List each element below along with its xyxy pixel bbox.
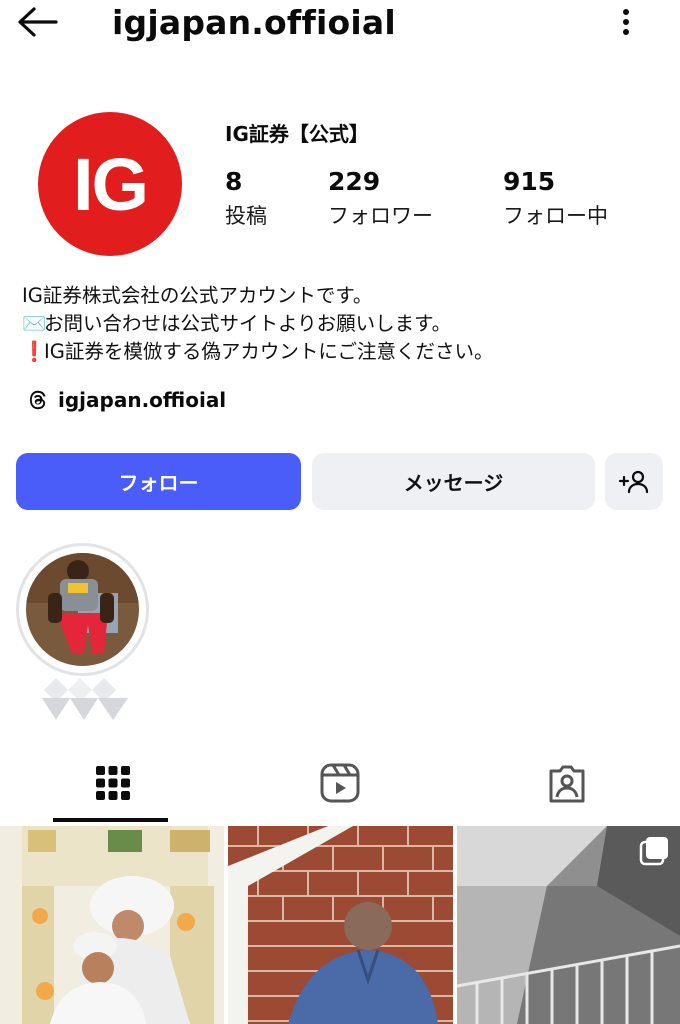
reels-icon: [320, 763, 360, 803]
grid-post[interactable]: [457, 826, 680, 1024]
profile-username: igjapan.offioial: [112, 3, 396, 42]
back-button[interactable]: [16, 2, 64, 42]
stat-posts-label: 投稿: [225, 204, 267, 228]
tab-tagged[interactable]: [454, 745, 680, 821]
stat-following-value: 915: [503, 167, 556, 196]
tab-posts[interactable]: [0, 745, 226, 821]
stat-posts-value: 8: [225, 167, 243, 196]
stat-followers[interactable]: 229 フォロワー: [328, 166, 433, 232]
highlight-cover-image: [26, 553, 139, 666]
threads-icon: [30, 390, 46, 410]
stat-followers-label: フォロワー: [328, 204, 433, 228]
bio-line: IG証券株式会社の公式アカウントです。: [22, 282, 493, 310]
story-highlight[interactable]: [16, 543, 149, 676]
bio-line: ❗IG証券を模倣する偽アカウントにご注意ください。: [22, 338, 493, 366]
stat-following-label: フォロー中: [503, 204, 608, 228]
message-button[interactable]: メッセージ: [312, 453, 595, 510]
threads-handle: igjapan.offioial: [58, 388, 227, 412]
display-name: IG証券【公式】: [225, 122, 369, 146]
stat-following[interactable]: 915 フォロー中: [503, 166, 608, 232]
exclamation-icon: ❗: [22, 340, 47, 363]
highlight-label-redacted: [40, 678, 132, 720]
top-bar: igjapan.offioial: [0, 0, 680, 48]
grid-icon: [96, 766, 130, 800]
grid-post[interactable]: [0, 826, 224, 1024]
envelope-icon: ✉️: [22, 312, 47, 335]
active-tab-indicator: [53, 818, 168, 822]
bio-line-text: お問い合わせは公式サイトよりお願いします。: [44, 312, 452, 335]
threads-link[interactable]: igjapan.offioial: [26, 388, 226, 412]
tagged-person-icon: [549, 765, 585, 803]
grid-post[interactable]: [228, 826, 453, 1024]
bio-line-text: IG証券を模倣する偽アカウントにご注意ください。: [44, 340, 494, 363]
bio-line: ✉️お問い合わせは公式サイトよりお願いします。: [22, 310, 493, 338]
follow-button[interactable]: フォロー: [16, 453, 301, 510]
bio-line-text: IG証券株式会社の公式アカウントです。: [22, 284, 373, 307]
avatar-logo-text: IG: [72, 142, 149, 226]
tab-reels[interactable]: [227, 745, 453, 821]
arrow-left-icon: [18, 7, 58, 37]
profile-tabs: [0, 745, 680, 823]
more-options-button[interactable]: [608, 4, 644, 40]
stat-posts[interactable]: 8 投稿: [225, 166, 267, 232]
profile-bio: IG証券株式会社の公式アカウントです。 ✉️お問い合わせは公式サイトよりお願いし…: [22, 282, 493, 366]
stat-followers-value: 229: [328, 167, 381, 196]
suggested-accounts-button[interactable]: [605, 453, 663, 510]
profile-avatar[interactable]: IG: [38, 112, 182, 256]
add-person-icon: [618, 470, 649, 493]
more-vertical-icon: [623, 9, 629, 35]
